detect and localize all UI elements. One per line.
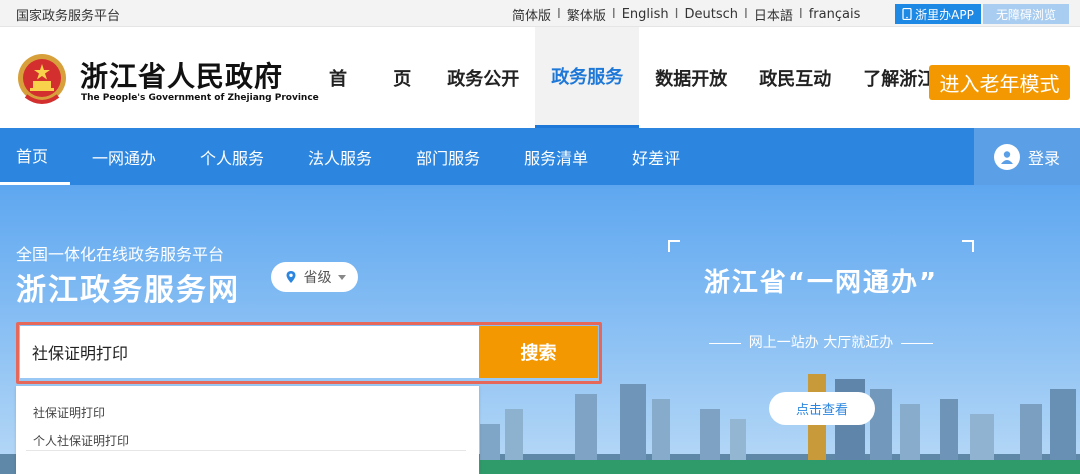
accessibility-button[interactable]: 无障碍浏览 bbox=[983, 4, 1069, 24]
promo-subtitle: 网上一站办 大厅就近办 bbox=[748, 335, 894, 351]
subnav-one-stop[interactable]: 一网通办 bbox=[70, 128, 178, 185]
language-switcher: 简体版 I 繁体版 I English I Deutsch I 日本語 I fr… bbox=[512, 5, 860, 24]
national-platform-link[interactable]: 国家政务服务平台 bbox=[16, 5, 120, 24]
elder-mode-button[interactable]: 进入老年模式 bbox=[929, 65, 1070, 100]
site-title[interactable]: 浙江省人民政府 bbox=[80, 55, 283, 95]
phone-icon bbox=[902, 8, 912, 20]
main-header: 浙江省人民政府 The People's Government of Zheji… bbox=[0, 27, 1080, 128]
suggestion-item[interactable]: 个人社保证明打印 bbox=[33, 432, 129, 449]
subnav-department[interactable]: 部门服务 bbox=[394, 128, 502, 185]
suggestion-divider bbox=[26, 450, 466, 451]
lang-separator: I bbox=[798, 7, 803, 22]
subnav-personal[interactable]: 个人服务 bbox=[178, 128, 286, 185]
subnav-legal-entity[interactable]: 法人服务 bbox=[286, 128, 394, 185]
lang-traditional[interactable]: 繁体版 bbox=[567, 5, 606, 24]
subnav-service-list[interactable]: 服务清单 bbox=[502, 128, 610, 185]
lang-simplified[interactable]: 简体版 bbox=[512, 5, 551, 24]
subnav-evaluation[interactable]: 好差评 bbox=[610, 128, 702, 185]
nav-open-data[interactable]: 数据开放 bbox=[639, 27, 743, 128]
search-button[interactable]: 搜索 bbox=[479, 326, 598, 378]
chevron-down-icon bbox=[337, 274, 346, 280]
lang-english[interactable]: English bbox=[622, 7, 669, 22]
frame-corner bbox=[962, 240, 974, 252]
promo-subtitle-row: 网上一站办 大厅就近办 bbox=[668, 332, 974, 352]
user-icon bbox=[993, 143, 1020, 170]
lang-separator: I bbox=[674, 7, 679, 22]
divider bbox=[708, 342, 741, 344]
hero-banner: 全国一体化在线政务服务平台 浙江政务服务网 省级 搜索 社保证明打印 个人社保证… bbox=[0, 185, 1080, 474]
one-stop-promo: 浙江省“一网通办” 网上一站办 大厅就近办 点击查看 bbox=[668, 240, 974, 474]
view-details-button[interactable]: 点击查看 bbox=[769, 392, 875, 425]
region-label: 省级 bbox=[303, 270, 332, 286]
nav-gov-services[interactable]: 政务服务 bbox=[535, 27, 640, 128]
lang-french[interactable]: français bbox=[809, 7, 861, 22]
nav-home[interactable]: 首 页 bbox=[313, 27, 431, 128]
national-emblem-logo[interactable] bbox=[16, 52, 68, 108]
location-pin-icon bbox=[286, 271, 295, 283]
service-subnav: 首页 一网通办 个人服务 法人服务 部门服务 服务清单 好差评 登录 bbox=[0, 128, 1080, 185]
search-input[interactable] bbox=[20, 326, 479, 378]
frame-corner bbox=[668, 240, 680, 252]
hero-subtitle: 全国一体化在线政务服务平台 bbox=[16, 245, 225, 264]
subnav-home[interactable]: 首页 bbox=[0, 128, 71, 185]
divider bbox=[901, 342, 934, 344]
search-suggestions: 社保证明打印 个人社保证明打印 bbox=[16, 386, 479, 474]
lang-german[interactable]: Deutsch bbox=[685, 7, 739, 22]
login-button[interactable]: 登录 bbox=[974, 128, 1080, 185]
lang-japanese[interactable]: 日本語 bbox=[754, 5, 793, 24]
zheliban-app-button[interactable]: 浙里办APP bbox=[895, 4, 981, 24]
lang-separator: I bbox=[557, 7, 561, 22]
promo-title: 浙江省“一网通办” bbox=[703, 268, 939, 298]
nav-gov-affairs-open[interactable]: 政务公开 bbox=[431, 27, 535, 128]
lang-separator: I bbox=[611, 7, 616, 22]
login-label: 登录 bbox=[1027, 148, 1060, 168]
main-nav: 首 页 政务公开 政务服务 数据开放 政民互动 了解浙江 bbox=[313, 27, 951, 128]
site-title-english: The People's Government of Zhejiang Prov… bbox=[81, 93, 319, 103]
nav-interaction[interactable]: 政民互动 bbox=[743, 27, 847, 128]
top-utility-bar: 国家政务服务平台 简体版 I 繁体版 I English I Deutsch I… bbox=[0, 0, 1080, 27]
hero-title: 浙江政务服务网 bbox=[16, 273, 240, 308]
suggestion-item[interactable]: 社保证明打印 bbox=[33, 404, 105, 421]
app-button-label: 浙里办APP bbox=[915, 7, 974, 22]
lang-separator: I bbox=[744, 7, 748, 22]
region-selector[interactable]: 省级 bbox=[271, 262, 358, 292]
